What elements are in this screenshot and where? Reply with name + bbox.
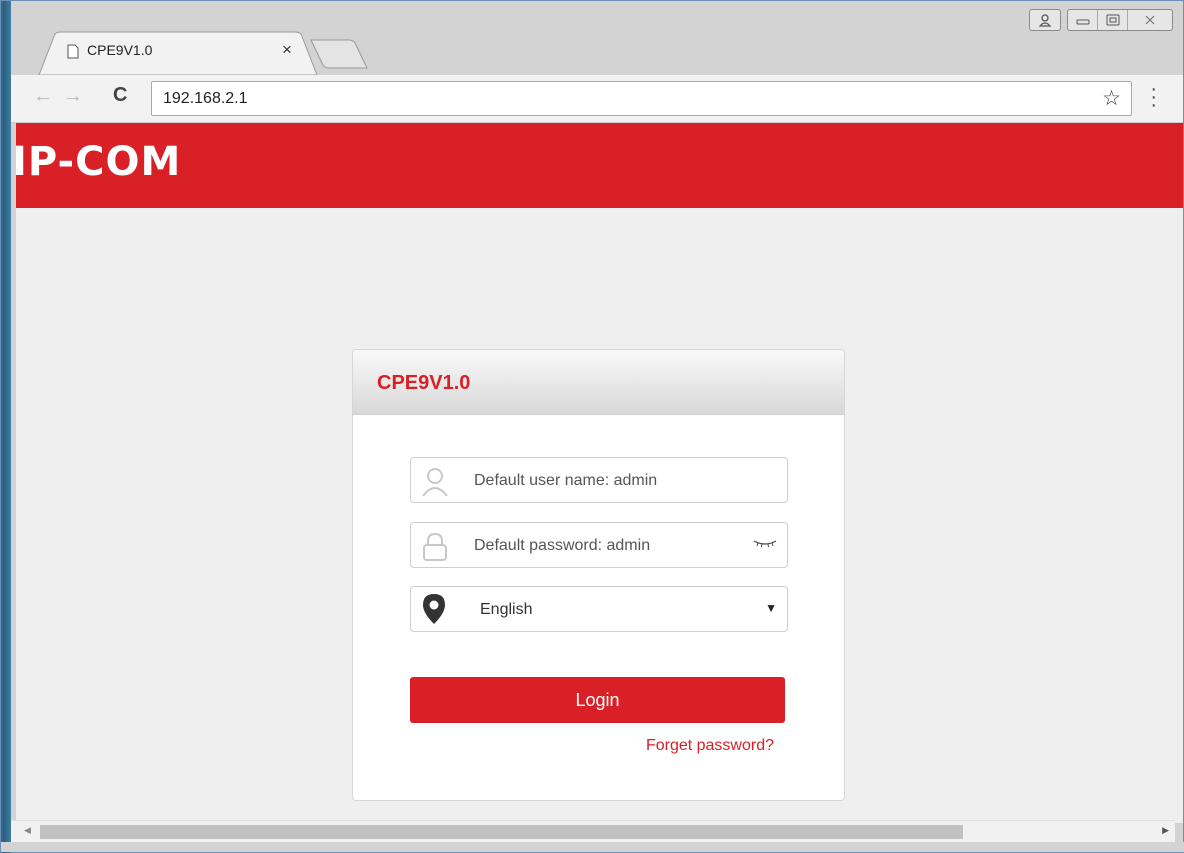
reload-button[interactable]: C	[113, 84, 127, 107]
user-icon	[422, 468, 448, 496]
user-profile-icon[interactable]	[1029, 9, 1061, 31]
card-header: CPE9V1.0	[353, 350, 844, 415]
horizontal-scrollbar[interactable]: ◀ ▶	[11, 820, 1175, 842]
password-placeholder: Default password: admin	[474, 537, 651, 554]
login-card: CPE9V1.0 Default user name: admin Defaul…	[352, 349, 845, 801]
browser-window: CPE9V1.0 × ← → C 192.168.2.1 ☆ · · · IP-CO…	[0, 0, 1184, 853]
scroll-left-icon[interactable]: ◀	[24, 825, 31, 836]
window-controls	[1029, 9, 1173, 31]
username-input[interactable]: Default user name: admin	[410, 457, 788, 503]
new-tab-button[interactable]	[309, 39, 371, 69]
tab-title: CPE9V1.0	[87, 42, 153, 58]
header-bar: IP-COM	[16, 123, 1183, 208]
location-pin-icon	[423, 594, 445, 624]
back-button[interactable]: ←	[33, 85, 53, 108]
minimize-button[interactable]	[1068, 10, 1098, 30]
page-content: IP-COM CPE9V1.0 Default user name: admin…	[16, 123, 1183, 823]
eye-closed-icon[interactable]	[753, 538, 777, 548]
scroll-right-icon[interactable]: ▶	[1162, 825, 1169, 836]
login-button[interactable]: Login	[410, 677, 785, 723]
maximize-button[interactable]	[1098, 10, 1128, 30]
password-input[interactable]: Default password: admin	[410, 522, 788, 568]
lock-icon	[423, 532, 447, 561]
address-bar[interactable]: 192.168.2.1 ☆	[151, 81, 1132, 116]
tab-strip: CPE9V1.0 ×	[11, 1, 1183, 75]
browser-toolbar: ← → C 192.168.2.1 ☆ · · ·	[11, 75, 1183, 123]
star-icon[interactable]: ☆	[1102, 86, 1121, 111]
forgot-password-link[interactable]: Forget password?	[646, 737, 774, 755]
scrollbar-thumb[interactable]	[40, 825, 963, 839]
window-left-edge	[1, 1, 11, 853]
language-value: English	[480, 601, 533, 618]
card-title: CPE9V1.0	[377, 372, 471, 394]
close-window-button[interactable]	[1128, 10, 1172, 30]
window-bottom-frame	[1, 842, 1184, 852]
dropdown-arrow-icon: ▼	[765, 601, 777, 615]
language-select[interactable]: English ▼	[410, 586, 788, 632]
brand-logo: IP-COM	[16, 139, 182, 185]
url-text[interactable]: 192.168.2.1	[163, 90, 248, 108]
kebab-menu-icon[interactable]: · · ·	[1150, 79, 1157, 115]
page-icon	[67, 44, 79, 59]
tab-close-icon[interactable]: ×	[282, 40, 292, 60]
forward-button[interactable]: →	[63, 85, 83, 108]
username-placeholder: Default user name: admin	[474, 472, 658, 489]
tab-active[interactable]: CPE9V1.0 ×	[37, 31, 318, 75]
